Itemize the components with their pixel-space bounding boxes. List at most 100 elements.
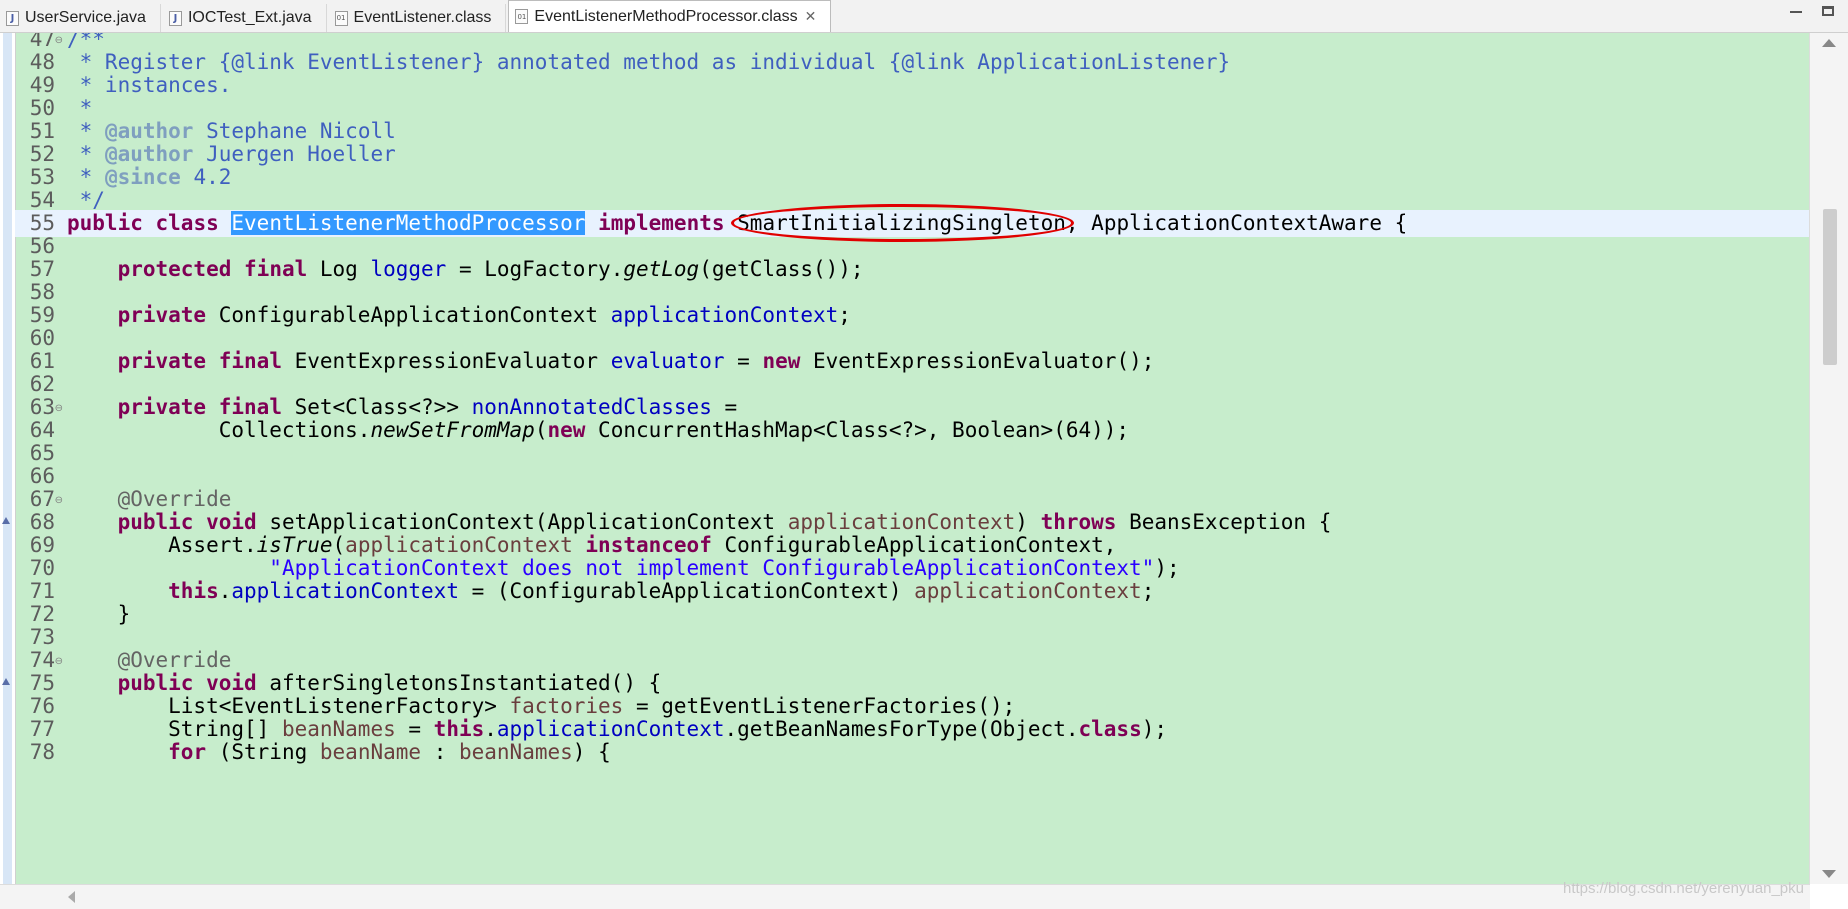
code-token: newSetFromMap: [370, 418, 535, 442]
editor-window-controls: [1788, 4, 1836, 18]
tab-eventlistener-class[interactable]: EventListener.class: [329, 4, 507, 32]
code-token: ConfigurableApplicationContext: [206, 303, 611, 327]
code-token: ) {: [572, 740, 611, 764]
code-token: = getEventListenerFactories();: [623, 694, 1016, 718]
code-token: =: [724, 349, 763, 373]
code-token: @Override: [117, 487, 232, 511]
code-token: .: [484, 717, 497, 741]
code-token: final: [218, 395, 282, 419]
code-token: void: [206, 671, 257, 695]
code-token: Assert.: [67, 533, 257, 557]
tab-label: UserService.java: [25, 9, 146, 26]
code-token: instanceof: [585, 533, 712, 557]
code-token: public: [67, 211, 143, 235]
selected-class-name: EventListenerMethodProcessor: [231, 211, 586, 235]
code-token: * Register {@link EventListener} annotat…: [67, 50, 1231, 74]
code-line[interactable]: 78 for (String beanName : beanNames) {: [15, 739, 1810, 766]
code-token: public: [117, 510, 194, 534]
code-token: *: [67, 96, 93, 120]
code-token: new: [547, 418, 586, 442]
code-token: getLog: [623, 257, 700, 281]
code-token: Collections.: [67, 418, 371, 442]
code-token: (getClass());: [699, 257, 864, 281]
code-token: Log: [307, 257, 371, 281]
code-token: throws: [1040, 510, 1117, 534]
code-token: private: [117, 349, 207, 373]
code-token: = LogFactory.: [446, 257, 624, 281]
code-token: class: [1078, 717, 1142, 741]
code-token: ;: [838, 303, 851, 327]
code-editor[interactable]: 47 ⊖/** 48 * Register {@link EventListener…: [0, 33, 1810, 884]
code-token: void: [206, 510, 257, 534]
minimize-button[interactable]: [1788, 4, 1804, 18]
code-token: applicationContext: [610, 303, 839, 327]
code-token: this: [168, 579, 219, 603]
code-token: afterSingletonsInstantiated() {: [256, 671, 662, 695]
code-token: ): [1015, 510, 1041, 534]
code-token: beanName: [319, 740, 422, 764]
code-token: "ApplicationContext does not implement C…: [269, 556, 1155, 580]
left-ruler: [0, 33, 16, 884]
tab-userservice-java[interactable]: UserService.java: [0, 4, 161, 32]
code-token: }: [67, 602, 131, 626]
code-token: applicationContext: [496, 717, 725, 741]
code-token: =: [711, 395, 738, 419]
code-token: isTrue: [256, 533, 333, 557]
horizontal-scrollbar[interactable]: [0, 884, 1810, 909]
tab-label: EventListener.class: [353, 9, 492, 26]
code-token: );: [1141, 717, 1168, 741]
code-token: :: [421, 740, 459, 764]
code-token: .getBeanNamesForType(Object.: [724, 717, 1079, 741]
code-token: private: [117, 303, 207, 327]
code-token: */: [67, 188, 105, 212]
code-token: final: [244, 257, 308, 281]
code-token: protected: [117, 257, 232, 281]
code-token: *: [67, 119, 105, 143]
code-token: List<EventListenerFactory>: [67, 694, 510, 718]
code-token: setApplicationContext(ApplicationContext: [256, 510, 788, 534]
vertical-scroll-thumb[interactable]: [1823, 209, 1837, 365]
tab-ioctest-ext-java[interactable]: IOCTest_Ext.java: [163, 4, 327, 32]
code-token: *: [67, 142, 105, 166]
scroll-left-arrow-icon[interactable]: [68, 891, 75, 903]
tab-eventlistenermethodprocessor-class[interactable]: EventListenerMethodProcessor.class ✕: [508, 0, 832, 32]
scroll-down-arrow-icon[interactable]: [1822, 870, 1836, 878]
tab-label: EventListenerMethodProcessor.class: [534, 7, 798, 25]
override-marker-icon[interactable]: [2, 517, 10, 524]
code-token: .: [218, 579, 232, 603]
close-icon[interactable]: ✕: [805, 9, 817, 25]
code-token: EventExpressionEvaluator: [281, 349, 611, 373]
scroll-up-arrow-icon[interactable]: [1822, 39, 1836, 47]
maximize-button[interactable]: [1820, 4, 1836, 18]
code-token: implements: [598, 211, 725, 235]
override-marker-icon[interactable]: [2, 678, 10, 685]
code-token: applicationContext: [787, 510, 1016, 534]
code-token: EventExpressionEvaluator();: [800, 349, 1155, 373]
code-token: Stephane Nicoll: [193, 119, 396, 143]
code-token: private: [117, 395, 207, 419]
code-token: beanNames: [458, 740, 573, 764]
tab-label: IOCTest_Ext.java: [187, 9, 312, 26]
code-token: logger: [370, 257, 447, 281]
code-token: * instances.: [67, 73, 232, 97]
code-token: BeansException {: [1116, 510, 1332, 534]
code-token: = (ConfigurableApplicationContext): [458, 579, 915, 603]
code-token: applicationContext: [914, 579, 1142, 603]
code-token: (String: [206, 740, 320, 764]
code-token: public: [117, 671, 194, 695]
class-file-icon: [334, 10, 348, 26]
vertical-scrollbar[interactable]: [1809, 33, 1848, 884]
code-token: @author: [104, 119, 194, 143]
